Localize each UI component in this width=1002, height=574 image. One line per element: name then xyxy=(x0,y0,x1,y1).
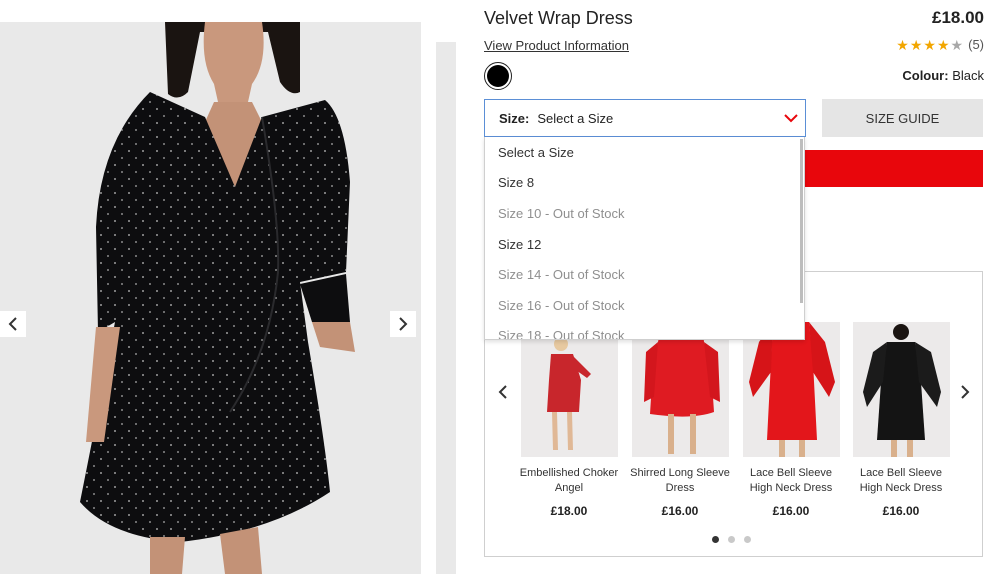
recommendation-image xyxy=(852,322,950,457)
chevron-right-icon xyxy=(399,317,408,331)
size-dropdown-list[interactable]: Select a Size Size 8 Size 10 - Out of St… xyxy=(484,137,805,340)
red-dress-photo xyxy=(520,322,618,457)
recommendation-price: £16.00 xyxy=(661,504,699,518)
size-select[interactable]: Size: Select a Size xyxy=(484,99,806,137)
recommendation-card[interactable]: Embellished Choker Angel £18.00 xyxy=(519,322,619,518)
carousel-dot[interactable] xyxy=(744,536,751,543)
image-prev-button[interactable] xyxy=(0,311,26,337)
size-guide-button[interactable]: SIZE GUIDE xyxy=(822,99,983,137)
recommendation-name: Lace Bell Sleeve High Neck Dress xyxy=(859,467,943,494)
thumbnail-strip xyxy=(436,42,456,574)
red-dress-photo xyxy=(631,322,729,457)
swatch-fill xyxy=(487,65,509,87)
size-option-out-of-stock[interactable]: Size 14 - Out of Stock xyxy=(485,259,804,290)
colour-display: Colour: Black xyxy=(902,68,984,83)
product-rating[interactable]: ★ ★ ★ ★ ★ (5) xyxy=(896,37,984,52)
recommendation-name: Shirred Long Sleeve Dress xyxy=(630,467,730,494)
size-option-out-of-stock[interactable]: Size 18 - Out of Stock xyxy=(485,321,804,339)
dropdown-scrollbar[interactable] xyxy=(800,139,803,303)
recommendation-name: Lace Bell Sleeve High Neck Dress xyxy=(749,467,833,494)
recommendation-price: £16.00 xyxy=(772,504,810,518)
recommendation-price: £18.00 xyxy=(550,504,588,518)
size-label: Size: xyxy=(499,110,530,126)
recommendation-card[interactable]: Lace Bell Sleeve High Neck Dress £16.00 xyxy=(741,322,841,518)
recommendation-image xyxy=(631,322,729,457)
dress-model-photo xyxy=(0,22,421,574)
chevron-left-icon xyxy=(8,317,17,331)
star-filled-icon: ★ xyxy=(896,36,909,53)
star-filled-icon: ★ xyxy=(923,36,936,53)
star-filled-icon: ★ xyxy=(936,36,950,53)
carousel-dot[interactable] xyxy=(712,536,719,543)
chevron-down-icon xyxy=(784,114,798,123)
chevron-right-icon xyxy=(961,385,970,399)
recommendation-name: Embellished Choker Angel xyxy=(519,467,619,494)
size-selected-value: Select a Size xyxy=(537,110,614,126)
view-product-info-link[interactable]: View Product Information xyxy=(484,38,629,53)
size-option[interactable]: Select a Size xyxy=(485,137,804,168)
colour-swatch-black[interactable] xyxy=(484,62,512,90)
size-option-out-of-stock[interactable]: Size 10 - Out of Stock xyxy=(485,198,804,229)
star-filled-icon: ★ xyxy=(909,36,923,53)
size-option-out-of-stock[interactable]: Size 16 - Out of Stock xyxy=(485,290,804,321)
colour-value: Black xyxy=(952,68,984,83)
recommendation-image xyxy=(742,322,840,457)
size-option[interactable]: Size 12 xyxy=(485,229,804,260)
review-count: (5) xyxy=(968,37,984,52)
red-dress-photo xyxy=(742,322,840,457)
recommendation-price: £16.00 xyxy=(882,504,920,518)
recommendation-card[interactable]: Shirred Long Sleeve Dress £16.00 xyxy=(630,322,730,518)
product-title: Velvet Wrap Dress xyxy=(484,8,633,28)
image-next-button[interactable] xyxy=(390,311,416,337)
main-product-image xyxy=(0,22,421,574)
colour-label: Colour: xyxy=(902,68,949,83)
recommendation-image xyxy=(520,322,618,457)
recommendation-card[interactable]: Lace Bell Sleeve High Neck Dress £16.00 xyxy=(851,322,951,518)
star-empty-icon: ★ xyxy=(950,36,964,53)
carousel-next-button[interactable] xyxy=(957,380,973,404)
carousel-pagination xyxy=(712,536,751,543)
black-dress-photo xyxy=(852,322,950,457)
product-price: £18.00 xyxy=(932,8,984,27)
carousel-prev-button[interactable] xyxy=(495,380,511,404)
carousel-dot[interactable] xyxy=(728,536,735,543)
size-option[interactable]: Size 8 xyxy=(485,168,804,199)
chevron-left-icon xyxy=(498,385,507,399)
